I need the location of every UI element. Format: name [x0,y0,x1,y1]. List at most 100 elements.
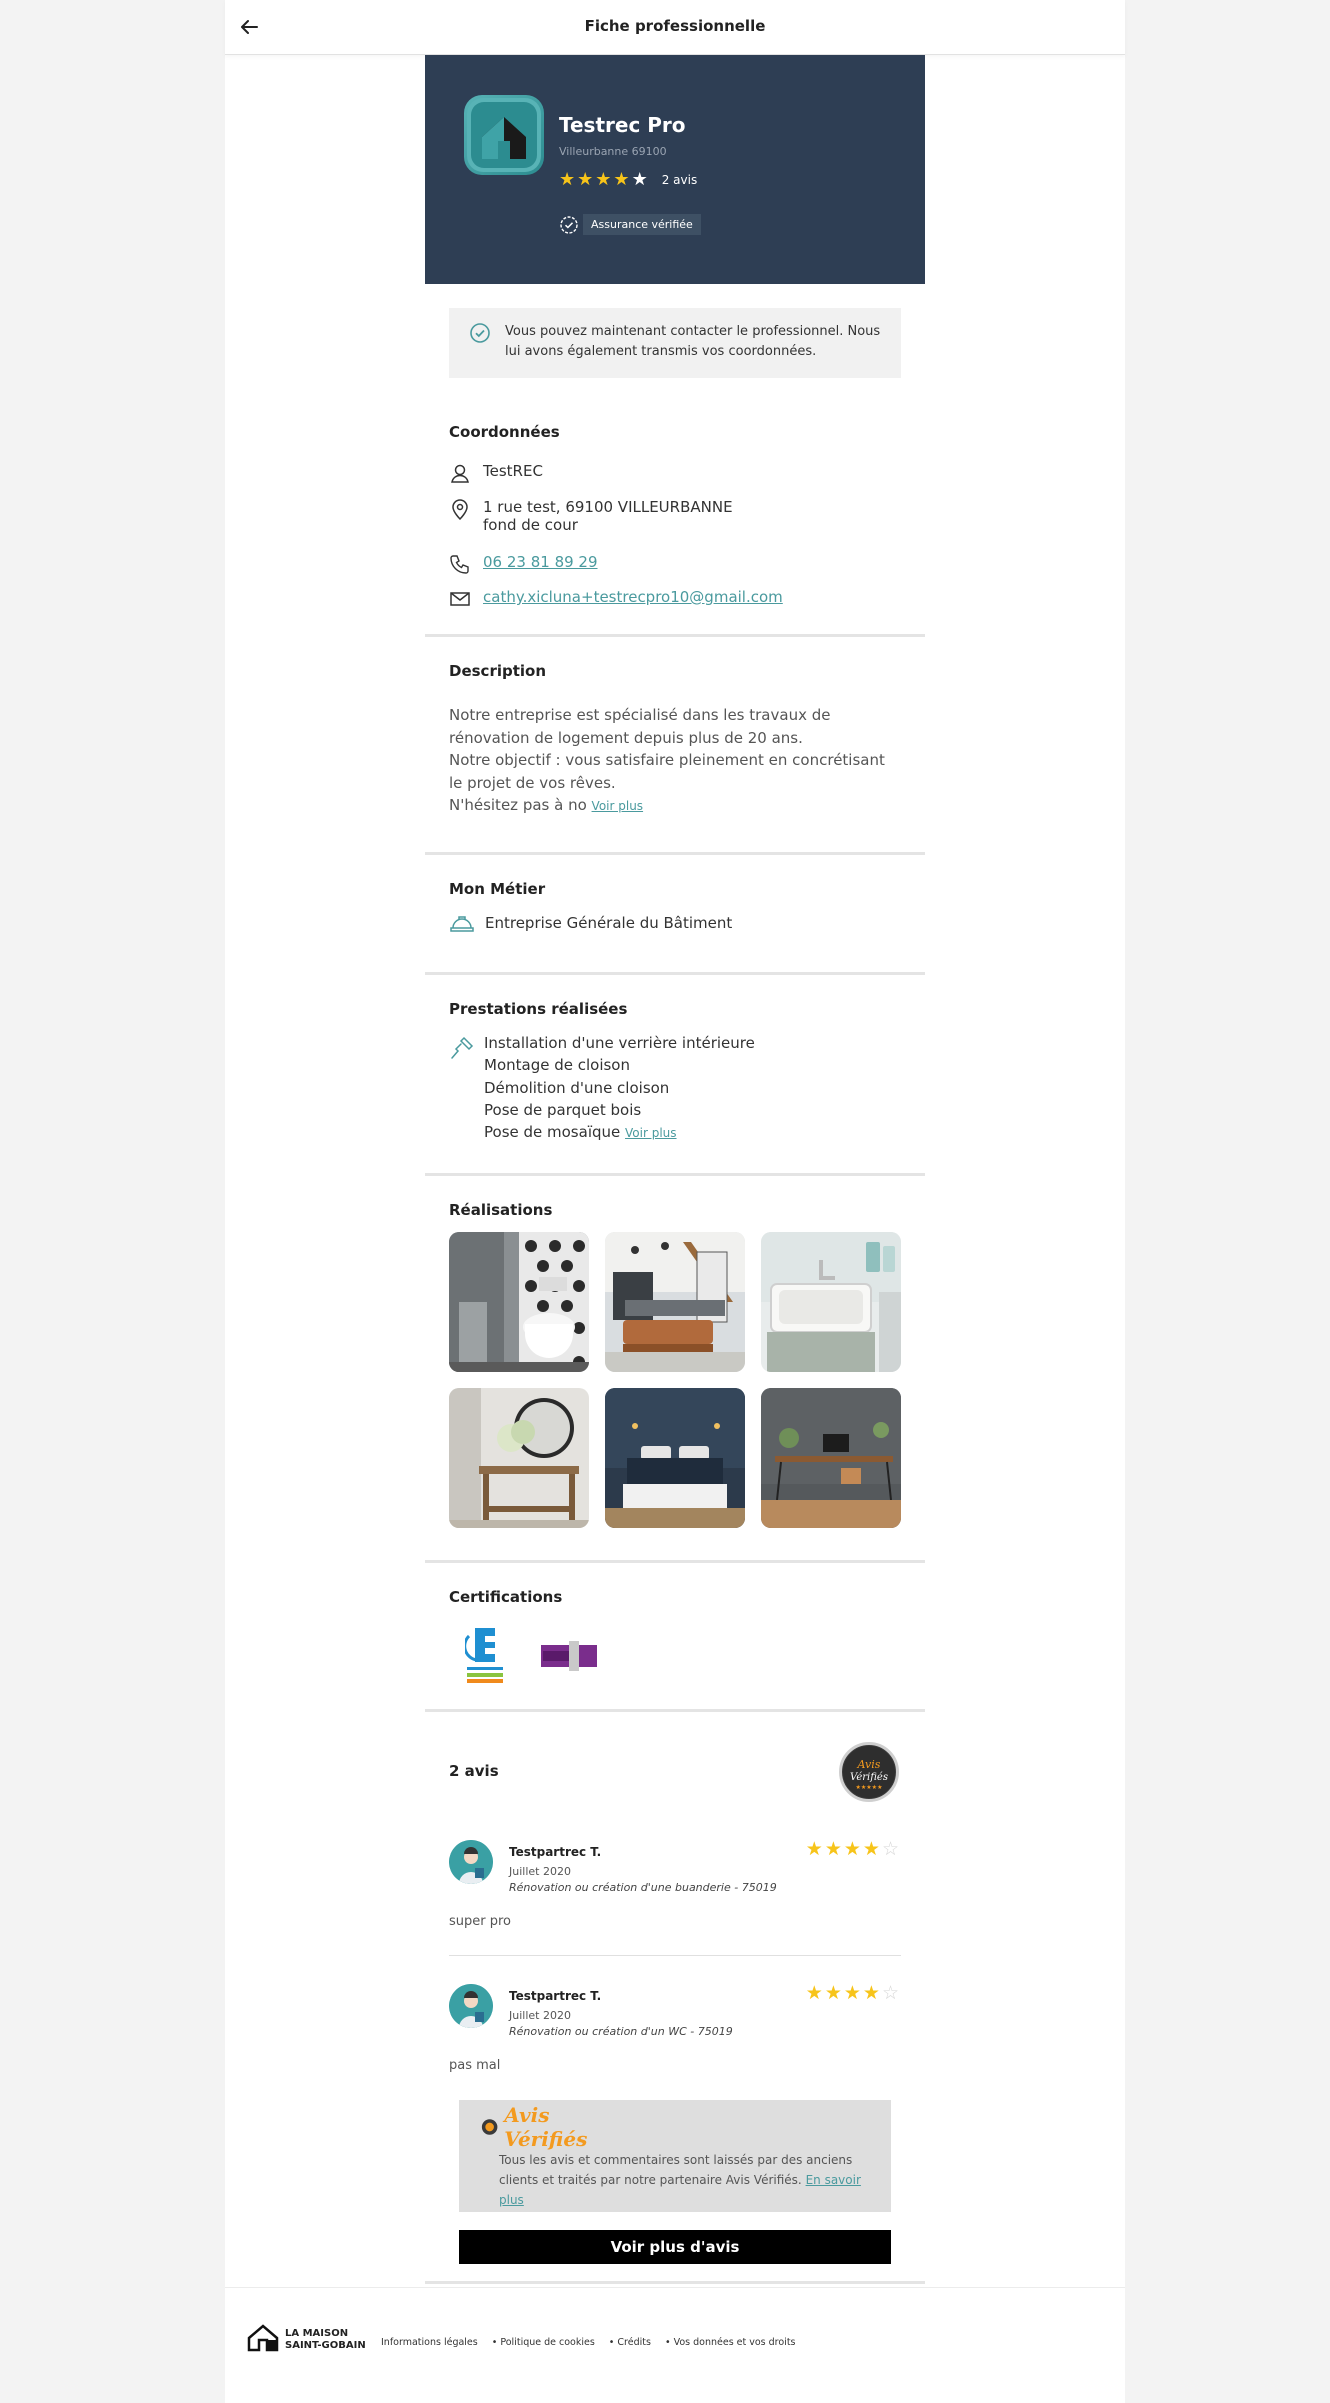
gallery-photo-laundry-sink[interactable] [761,1232,901,1372]
description-section: Description Notre entreprise est spécial… [425,637,925,855]
contact-email-row: cathy.xicluna+testrecpro10@gmail.com [449,588,783,610]
certifications-section: Certifications [425,1563,925,1712]
star-full-icon: ★ [805,1838,823,1860]
review-item: Testpartrec T. Juillet 2020 Rénovation o… [449,1984,901,2084]
brand-line-2: SAINT-GOBAIN [285,2340,366,2351]
divider [449,1955,901,1956]
address-line-1: 1 rue test, 69100 VILLEURBANNE [483,498,733,516]
star-empty-icon: ☆ [881,1838,899,1860]
reviews-section: 2 avis Avis Vérifiés ★★★★★ Testpartrec T… [425,1712,925,2284]
star-empty-icon: ★ [631,169,648,190]
service-item: Installation d'une verrière intérieure [484,1034,755,1052]
svg-text:Avis: Avis [857,1758,881,1771]
job-section: Mon Métier Entreprise Générale du Bâtime… [425,855,925,975]
review-date: Juillet 2020 [509,2009,571,2022]
job-row: Entreprise Générale du Bâtiment [449,913,732,933]
insurance-row: Assurance vérifiée [559,214,701,235]
contact-phone-row: 06 23 81 89 29 [449,553,598,575]
services-list: Installation d'une verrière intérieure M… [484,1032,755,1144]
star-empty-icon: ☆ [881,1982,899,2004]
services-section: Prestations réalisées Installation d'une… [425,975,925,1176]
star-full-icon: ★ [862,1838,880,1860]
svg-text:★★★★★: ★★★★★ [856,1784,883,1791]
review-item: Testpartrec T. Juillet 2020 Rénovation o… [449,1840,901,1940]
footer: LA MAISON SAINT-GOBAIN Informations léga… [225,2287,1125,2403]
section-title: Prestations réalisées [449,1000,628,1018]
phone-link[interactable]: 06 23 81 89 29 [483,553,598,571]
footer-link-credits[interactable]: • Crédits [609,2337,651,2348]
review-author: Testpartrec T. [509,1989,602,2003]
mail-icon [449,588,473,610]
section-title: Coordonnées [449,423,560,441]
phone-icon [449,553,473,575]
job-value: Entreprise Générale du Bâtiment [485,914,733,932]
top-bar: Fiche professionnelle [225,0,1125,55]
section-title: Description [449,662,547,680]
star-full-icon: ★ [862,1982,880,2004]
star-full-icon: ★ [613,169,630,190]
review-author: Testpartrec T. [509,1845,602,1859]
star-full-icon: ★ [577,169,594,190]
review-date: Juillet 2020 [509,1865,571,1878]
review-rating: ★ ★ ★ ★ ☆ [805,1982,901,2004]
footer-links: Informations légales • Politique de cook… [381,2337,810,2348]
service-item: Démolition d'une cloison [484,1078,670,1097]
pro-name: Testrec Pro [559,113,686,137]
star-full-icon: ★ [559,169,576,190]
footer-link-legal[interactable]: Informations légales [381,2337,478,2348]
contact-name: TestREC [483,462,543,480]
hard-hat-icon [449,913,475,933]
service-item: Pose de mosaïque Voir plus [484,1123,677,1142]
review-text: pas mal [449,2058,501,2073]
page-shell: Fiche professionnelle Testrec Pro Villeu… [225,0,1125,2403]
review-project: Rénovation ou création d'une buanderie -… [509,1881,777,1894]
gallery-photo-living-room[interactable] [605,1232,745,1372]
contact-name-row: TestREC [449,462,543,484]
address-line-2: fond de cour [483,516,578,534]
contact-info-notice: Vous pouvez maintenant contacter le prof… [449,308,901,378]
see-more-link[interactable]: Voir plus [625,1126,677,1140]
notice-text: Tous les avis et commentaires sont laiss… [499,2153,861,2207]
paint-roller-icon [449,1035,475,1061]
pro-profile: Testrec Pro Villeurbanne 69100 ★ ★ ★ ★ ★… [425,55,925,2284]
qualifelec-logo [463,1626,505,1686]
service-item: Montage de cloison [484,1056,630,1075]
pro-city: Villeurbanne 69100 [559,145,667,158]
reviews-count[interactable]: 2 avis [662,173,698,187]
brand-logo[interactable]: LA MAISON SAINT-GOBAIN [247,2324,366,2356]
star-full-icon: ★ [805,1982,823,2004]
house-logo-icon [247,2324,279,2356]
section-title: Mon Métier [449,880,546,898]
contact-section: Coordonnées TestREC 1 rue test, 69100 VI… [425,378,925,637]
insurance-badge: Assurance vérifiée [583,214,701,235]
gallery-photo-bathroom-wc[interactable] [449,1232,589,1372]
review-rating: ★ ★ ★ ★ ☆ [805,1838,901,1860]
section-title: Certifications [449,1588,563,1606]
star-full-icon: ★ [595,169,612,190]
avis-verifies-logo: Avis Vérifiés [481,2103,621,2151]
gallery-photo-bedroom[interactable] [605,1388,745,1528]
pro-logo [464,95,544,175]
avis-verifies-brand: Avis Vérifiés [504,2103,588,2151]
reviews-title: 2 avis [449,1762,499,1780]
gallery-section: Réalisations [425,1176,925,1563]
more-reviews-button[interactable]: Voir plus d'avis [459,2230,891,2264]
avatar [449,1984,493,2028]
footer-link-cookies[interactable]: • Politique de cookies [492,2337,595,2348]
avatar [449,1840,493,1884]
qualipac-logo [541,1641,597,1671]
page-title: Fiche professionnelle [584,17,766,35]
avis-verifies-badge[interactable]: Avis Vérifiés ★★★★★ [839,1742,899,1802]
gallery-photo-entryway[interactable] [449,1388,589,1528]
footer-link-privacy[interactable]: • Vos données et vos droits [665,2337,796,2348]
section-title: Réalisations [449,1201,553,1219]
avis-verifies-notice: Avis Vérifiés Tous les avis et commentai… [459,2100,891,2212]
notice-text: Vous pouvez maintenant contacter le prof… [505,324,881,359]
star-full-icon: ★ [843,1838,861,1860]
email-link[interactable]: cathy.xicluna+testrecpro10@gmail.com [483,588,783,606]
svg-text:Vérifiés: Vérifiés [850,1772,888,1783]
brand-line-1: LA MAISON [285,2328,349,2339]
gallery-photo-home-office[interactable] [761,1388,901,1528]
pro-hero: Testrec Pro Villeurbanne 69100 ★ ★ ★ ★ ★… [425,55,925,284]
see-more-link[interactable]: Voir plus [592,799,644,813]
